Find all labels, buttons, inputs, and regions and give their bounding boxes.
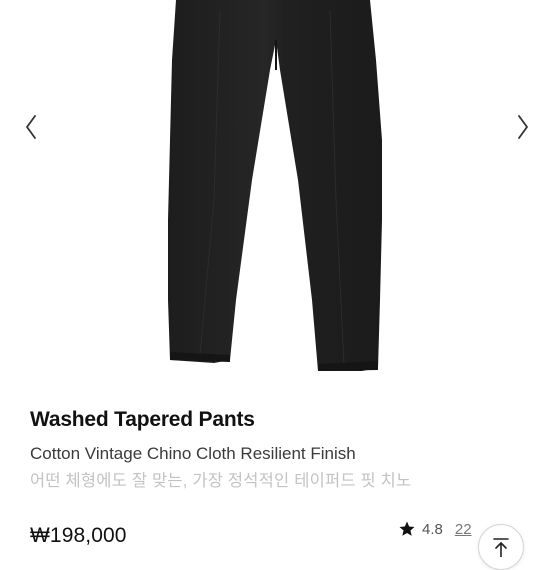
previous-image-button[interactable] bbox=[16, 112, 46, 142]
product-subtitle: Cotton Vintage Chino Cloth Resilient Fin… bbox=[30, 444, 356, 463]
star-icon bbox=[399, 521, 415, 536]
product-info: Washed Tapered Pants Cotton Vintage Chin… bbox=[30, 405, 530, 494]
product-image-gallery[interactable] bbox=[0, 0, 554, 392]
next-image-button[interactable] bbox=[508, 112, 538, 142]
product-description: 어떤 체형에도 잘 맞는, 가장 정석적인 테이퍼드 핏 치노 bbox=[30, 472, 412, 490]
product-rating: 4.8 22 bbox=[398, 520, 472, 538]
chevron-right-icon bbox=[518, 115, 528, 139]
product-image bbox=[168, 0, 382, 371]
product-name: Washed Tapered Pants bbox=[30, 408, 255, 431]
product-price: ₩198,000 bbox=[30, 524, 127, 547]
rating-value: 4.8 bbox=[422, 520, 443, 538]
chevron-left-icon bbox=[26, 115, 36, 139]
arrow-up-icon bbox=[493, 538, 509, 557]
review-count-link[interactable]: 22 bbox=[455, 521, 472, 538]
scroll-to-top-button[interactable] bbox=[478, 524, 524, 570]
